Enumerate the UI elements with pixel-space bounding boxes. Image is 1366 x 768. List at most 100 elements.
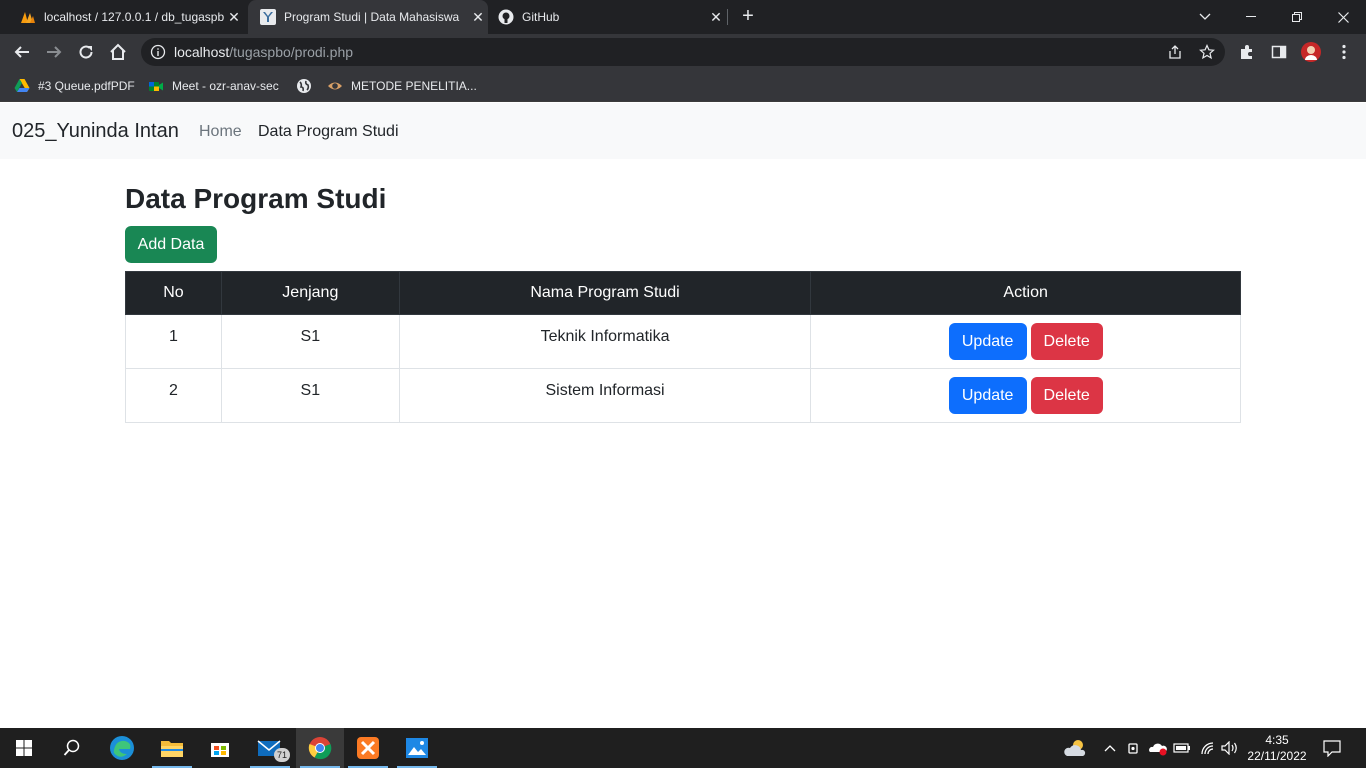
address-bar[interactable]: localhost/tugaspbo/prodi.php bbox=[141, 38, 1225, 66]
tab-search-icon[interactable] bbox=[1182, 0, 1228, 34]
taskbar-edge[interactable] bbox=[98, 728, 146, 768]
bookmark-metode-penelitian[interactable]: METODE PENELITIA... bbox=[327, 76, 477, 96]
tab-title: Program Studi | Data Mahasiswa bbox=[284, 10, 460, 24]
cell-no: 1 bbox=[125, 314, 222, 369]
tab-title: localhost / 127.0.0.1 / db_tugaspbo bbox=[44, 10, 224, 24]
column-header-nama: Nama Program Studi bbox=[398, 271, 812, 315]
close-icon[interactable]: ✕ bbox=[468, 9, 488, 26]
share-icon[interactable] bbox=[1167, 44, 1183, 60]
search-button[interactable] bbox=[48, 728, 96, 768]
edge-icon bbox=[110, 736, 134, 760]
forward-icon[interactable] bbox=[42, 40, 66, 64]
clock[interactable]: 4:35 22/11/2022 bbox=[1244, 732, 1310, 764]
url-host: localhost bbox=[174, 44, 230, 60]
yii-icon bbox=[260, 9, 276, 25]
nav-link-home[interactable]: Home bbox=[199, 123, 242, 141]
google-meet-icon bbox=[149, 82, 163, 91]
table-row: 1 S1 Teknik Informatika Update Delete bbox=[125, 314, 1241, 369]
cell-action: Update Delete bbox=[810, 314, 1241, 369]
program-studi-table: No Jenjang Nama Program Studi Action 1 S… bbox=[125, 271, 1241, 423]
store-icon bbox=[211, 743, 229, 757]
window-close-icon[interactable] bbox=[1320, 0, 1366, 34]
delete-button[interactable]: Delete bbox=[1030, 377, 1103, 414]
globe-icon bbox=[297, 79, 311, 93]
meet-now-icon[interactable] bbox=[1124, 738, 1144, 758]
xampp-icon bbox=[357, 737, 379, 759]
table-header-row: No Jenjang Nama Program Studi Action bbox=[125, 271, 1241, 315]
tab-separator bbox=[727, 9, 728, 25]
browser-toolbar: localhost/tugaspbo/prodi.php bbox=[0, 34, 1366, 70]
bookmark-label: METODE PENELITIA... bbox=[351, 79, 477, 93]
chrome-icon bbox=[308, 737, 332, 760]
back-icon[interactable] bbox=[10, 40, 34, 64]
taskbar-xampp[interactable] bbox=[344, 728, 392, 768]
site-navbar: 025_Yuninda Intan Home Data Program Stud… bbox=[0, 103, 1366, 159]
side-panel-icon[interactable] bbox=[1269, 42, 1289, 62]
cell-nama: Sistem Informasi bbox=[398, 368, 812, 423]
bookmark-label: Meet - ozr-anav-sec bbox=[172, 79, 279, 93]
navbar-brand[interactable]: 025_Yuninda Intan bbox=[12, 120, 179, 143]
new-tab-button[interactable]: + bbox=[736, 5, 760, 29]
column-header-no: No bbox=[125, 271, 222, 315]
extensions-icon[interactable] bbox=[1237, 42, 1257, 62]
start-button[interactable] bbox=[0, 728, 48, 768]
browser-tab-strip: localhost / 127.0.0.1 / db_tugaspbo ✕ Pr… bbox=[0, 0, 1366, 34]
column-header-action: Action bbox=[810, 271, 1241, 315]
volume-icon[interactable] bbox=[1220, 738, 1240, 758]
column-header-jenjang: Jenjang bbox=[220, 271, 400, 315]
search-icon bbox=[63, 739, 80, 756]
tab-github[interactable]: GitHub ✕ bbox=[490, 0, 726, 34]
phpmyadmin-icon bbox=[21, 12, 35, 23]
weather-icon[interactable] bbox=[1063, 738, 1089, 758]
tab-phpmyadmin[interactable]: localhost / 127.0.0.1 / db_tugaspbo ✕ bbox=[12, 0, 244, 34]
minimize-icon[interactable] bbox=[1228, 0, 1274, 34]
delete-button[interactable]: Delete bbox=[1030, 323, 1103, 360]
profile-avatar[interactable] bbox=[1301, 42, 1321, 62]
cell-jenjang: S1 bbox=[220, 314, 400, 369]
windows-taskbar: 71 4:35 22/11/2022 bbox=[0, 728, 1366, 768]
cell-nama: Teknik Informatika bbox=[398, 314, 812, 369]
folder-icon bbox=[161, 741, 183, 757]
close-icon[interactable]: ✕ bbox=[224, 9, 244, 26]
url-text: localhost/tugaspbo/prodi.php bbox=[174, 44, 353, 60]
taskbar-chrome[interactable] bbox=[296, 728, 344, 768]
page-title: Data Program Studi bbox=[125, 183, 387, 214]
battery-icon[interactable] bbox=[1172, 738, 1192, 758]
taskbar-store[interactable] bbox=[196, 728, 244, 768]
home-icon[interactable] bbox=[106, 40, 130, 64]
bookmark-globe[interactable] bbox=[296, 76, 320, 96]
taskbar-photos[interactable] bbox=[393, 728, 441, 768]
eye-icon bbox=[328, 82, 342, 90]
taskbar-mail[interactable]: 71 bbox=[246, 728, 294, 768]
cell-action: Update Delete bbox=[810, 368, 1241, 423]
bookmark-meet[interactable]: Meet - ozr-anav-sec bbox=[148, 76, 279, 96]
cell-no: 2 bbox=[125, 368, 222, 423]
onedrive-icon[interactable] bbox=[1148, 738, 1168, 758]
url-path: /tugaspbo/prodi.php bbox=[229, 44, 354, 60]
notifications-icon[interactable] bbox=[1322, 738, 1342, 758]
update-button[interactable]: Update bbox=[948, 323, 1027, 360]
photos-icon bbox=[406, 738, 428, 758]
bookmarks-bar: #3 Queue.pdfPDF Meet - ozr-anav-sec METO… bbox=[0, 70, 1366, 102]
clock-date: 22/11/2022 bbox=[1247, 749, 1307, 763]
bookmark-star-icon[interactable] bbox=[1199, 44, 1215, 60]
taskbar-file-explorer[interactable] bbox=[148, 728, 196, 768]
clock-time: 4:35 bbox=[1265, 733, 1289, 747]
google-drive-icon bbox=[14, 79, 30, 92]
github-icon bbox=[498, 9, 514, 25]
tab-program-studi[interactable]: Program Studi | Data Mahasiswa ✕ bbox=[248, 0, 488, 34]
add-data-button[interactable]: Add Data bbox=[125, 226, 217, 263]
show-hidden-icons-icon[interactable] bbox=[1100, 738, 1120, 758]
reload-icon[interactable] bbox=[74, 40, 98, 64]
menu-icon[interactable] bbox=[1334, 42, 1354, 62]
bookmark-label: #3 Queue.pdfPDF bbox=[38, 79, 135, 93]
nav-link-data-program-studi[interactable]: Data Program Studi bbox=[258, 123, 399, 141]
windows-icon bbox=[16, 740, 32, 756]
site-info-icon[interactable] bbox=[150, 44, 166, 60]
close-icon[interactable]: ✕ bbox=[706, 9, 726, 26]
wifi-icon[interactable] bbox=[1198, 738, 1218, 758]
update-button[interactable]: Update bbox=[948, 377, 1027, 414]
bookmark-queue-pdf[interactable]: #3 Queue.pdfPDF bbox=[14, 76, 135, 96]
restore-icon[interactable] bbox=[1274, 0, 1320, 34]
cell-jenjang: S1 bbox=[220, 368, 400, 423]
